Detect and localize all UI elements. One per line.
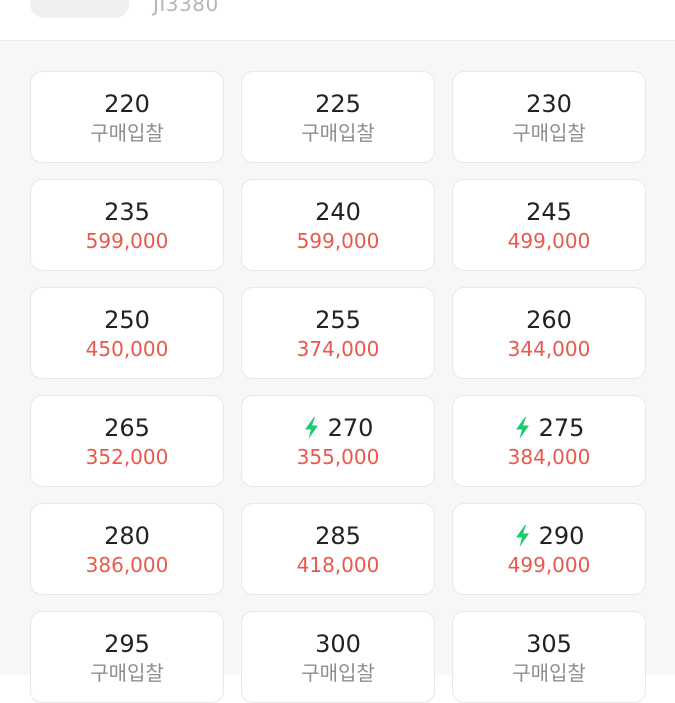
size-row: 260 bbox=[526, 306, 572, 334]
size-row: 285 bbox=[315, 522, 361, 550]
size-row: 305 bbox=[526, 630, 572, 658]
price-label: 499,000 bbox=[507, 552, 591, 577]
bid-label: 구매입찰 bbox=[90, 120, 164, 145]
price-label: 499,000 bbox=[507, 228, 591, 253]
size-label: 305 bbox=[526, 629, 572, 658]
size-row: 300 bbox=[315, 630, 361, 658]
size-option-290[interactable]: 290 499,000 bbox=[452, 503, 646, 595]
price-label: 450,000 bbox=[85, 336, 169, 361]
size-row: 220 bbox=[104, 90, 150, 118]
size-label: 235 bbox=[104, 197, 150, 226]
price-label: 599,000 bbox=[85, 228, 169, 253]
size-option-270[interactable]: 270 355,000 bbox=[241, 395, 435, 487]
size-label: 270 bbox=[327, 413, 374, 442]
size-option-300[interactable]: 300 구매입찰 bbox=[241, 611, 435, 703]
size-row: 240 bbox=[315, 198, 361, 226]
price-label: 386,000 bbox=[85, 552, 169, 577]
size-label: 245 bbox=[526, 197, 572, 226]
size-label: 240 bbox=[315, 197, 361, 226]
bid-label: 구매입찰 bbox=[512, 120, 586, 145]
size-row: 235 bbox=[104, 198, 150, 226]
size-option-250[interactable]: 250 450,000 bbox=[30, 287, 224, 379]
price-label: 418,000 bbox=[296, 552, 380, 577]
size-option-245[interactable]: 245 499,000 bbox=[452, 179, 646, 271]
product-thumbnail[interactable] bbox=[30, 0, 129, 18]
size-label: 220 bbox=[104, 89, 150, 118]
size-selection-area: 220 구매입찰 225 구매입찰 230 구매입찰 235 599,000 240 599,00… bbox=[0, 41, 675, 703]
size-label: 225 bbox=[315, 89, 361, 118]
size-label: 260 bbox=[526, 305, 572, 334]
size-label: 250 bbox=[104, 305, 150, 334]
size-label: 255 bbox=[315, 305, 361, 334]
lightning-bolt-icon bbox=[515, 416, 529, 439]
size-label: 290 bbox=[538, 521, 585, 550]
size-label: 285 bbox=[315, 521, 361, 550]
size-label: 265 bbox=[104, 413, 150, 442]
size-option-265[interactable]: 265 352,000 bbox=[30, 395, 224, 487]
size-row: 290 bbox=[514, 521, 585, 550]
price-label: 374,000 bbox=[296, 336, 380, 361]
bid-label: 구매입찰 bbox=[301, 120, 375, 145]
size-label: 275 bbox=[538, 413, 585, 442]
size-option-295[interactable]: 295 구매입찰 bbox=[30, 611, 224, 703]
size-row: 250 bbox=[104, 306, 150, 334]
size-option-285[interactable]: 285 418,000 bbox=[241, 503, 435, 595]
price-label: 355,000 bbox=[296, 444, 380, 469]
size-option-275[interactable]: 275 384,000 bbox=[452, 395, 646, 487]
size-row: 270 bbox=[303, 413, 374, 442]
price-label: 384,000 bbox=[507, 444, 591, 469]
price-label: 344,000 bbox=[507, 336, 591, 361]
size-row: 230 bbox=[526, 90, 572, 118]
size-option-240[interactable]: 240 599,000 bbox=[241, 179, 435, 271]
bid-label: 구매입찰 bbox=[301, 660, 375, 685]
size-label: 295 bbox=[104, 629, 150, 658]
size-label: 300 bbox=[315, 629, 361, 658]
bid-label: 구매입찰 bbox=[90, 660, 164, 685]
size-option-260[interactable]: 260 344,000 bbox=[452, 287, 646, 379]
price-label: 599,000 bbox=[296, 228, 380, 253]
product-header: JI3380 bbox=[0, 0, 675, 41]
product-code: JI3380 bbox=[153, 0, 219, 16]
size-row: 255 bbox=[315, 306, 361, 334]
size-grid: 220 구매입찰 225 구매입찰 230 구매입찰 235 599,000 240 599,00… bbox=[30, 71, 646, 703]
size-row: 265 bbox=[104, 414, 150, 442]
lightning-bolt-icon bbox=[515, 524, 529, 547]
size-row: 275 bbox=[514, 413, 585, 442]
size-option-230[interactable]: 230 구매입찰 bbox=[452, 71, 646, 163]
size-option-220[interactable]: 220 구매입찰 bbox=[30, 71, 224, 163]
size-row: 295 bbox=[104, 630, 150, 658]
bid-label: 구매입찰 bbox=[512, 660, 586, 685]
size-row: 225 bbox=[315, 90, 361, 118]
size-option-305[interactable]: 305 구매입찰 bbox=[452, 611, 646, 703]
size-option-280[interactable]: 280 386,000 bbox=[30, 503, 224, 595]
size-row: 245 bbox=[526, 198, 572, 226]
lightning-bolt-icon bbox=[304, 416, 318, 439]
size-row: 280 bbox=[104, 522, 150, 550]
price-label: 352,000 bbox=[85, 444, 169, 469]
size-label: 230 bbox=[526, 89, 572, 118]
size-label: 280 bbox=[104, 521, 150, 550]
size-option-235[interactable]: 235 599,000 bbox=[30, 179, 224, 271]
size-option-225[interactable]: 225 구매입찰 bbox=[241, 71, 435, 163]
size-option-255[interactable]: 255 374,000 bbox=[241, 287, 435, 379]
